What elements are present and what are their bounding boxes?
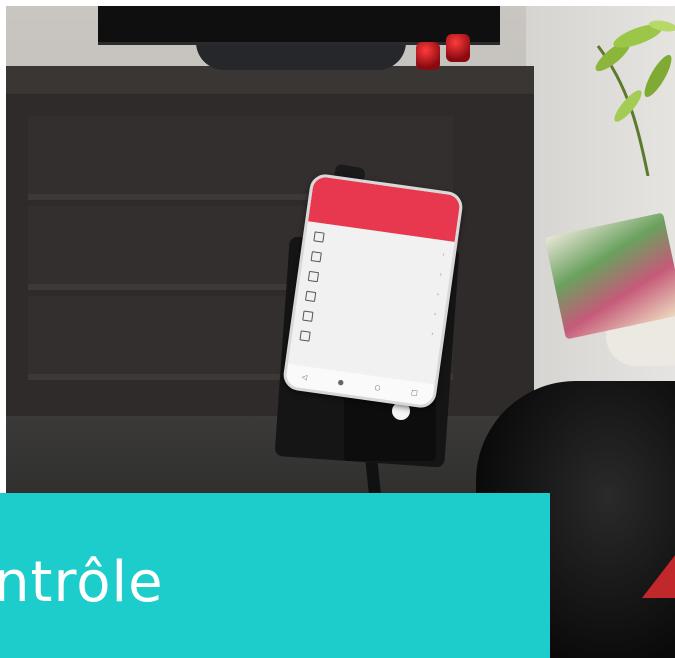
chevron-right-icon: › [436,290,440,298]
red-candle [446,34,470,62]
mic-icon[interactable]: ● [337,378,344,387]
door-icon [307,270,320,283]
tv-stand [196,42,406,70]
cabinet-top [6,66,534,94]
bulb-icon [302,310,314,322]
kitchen-icon [304,290,317,303]
chevron-right-icon: › [441,250,446,259]
television [98,6,500,45]
bedroom-icon [310,251,322,263]
chevron-right-icon: › [430,330,435,338]
banner-caption: ntrôle [0,550,164,615]
lock-icon [299,330,311,342]
room-menu: › › › › › [291,221,455,364]
back-icon[interactable]: ◁ [301,373,307,382]
home-icon[interactable]: ○ [374,383,381,392]
red-candle [416,42,440,70]
chair-red-detail [642,554,675,598]
plant-leaves [588,6,675,177]
chevron-right-icon: › [439,270,443,278]
chevron-right-icon: › [433,310,437,318]
living-room-icon [313,231,325,243]
recent-icon[interactable]: □ [411,388,419,397]
smartphone: › › › › › ◁ ● ○ □ [281,172,465,410]
